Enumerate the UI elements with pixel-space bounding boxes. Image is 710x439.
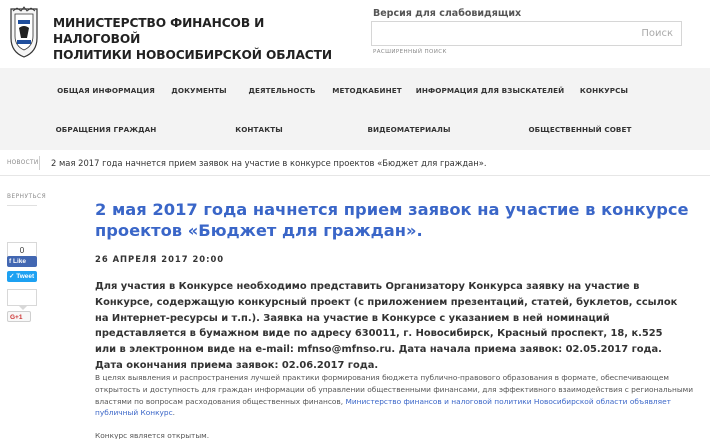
main-navigation: ОБЩАЯ ИНФОРМАЦИЯ ДОКУМЕНТЫ ДЕЯТЕЛЬНОСТЬ … bbox=[0, 68, 710, 150]
nav-item-method-office[interactable]: МЕТОДКАБИНЕТ bbox=[332, 86, 401, 95]
organization-name[interactable]: МИНИСТЕРСТВО ФИНАНСОВ И НАЛОГОВОЙ ПОЛИТИ… bbox=[53, 15, 333, 63]
accessibility-version-link[interactable]: Версия для слабовидящих bbox=[373, 8, 521, 19]
article-body-paragraph: В целях выявления и распространения лучш… bbox=[95, 372, 695, 419]
nav-item-general-info[interactable]: ОБЩАЯ ИНФОРМАЦИЯ bbox=[57, 86, 155, 95]
breadcrumb-separator bbox=[39, 156, 40, 170]
breadcrumb-news-link[interactable]: НОВОСТИ bbox=[7, 160, 39, 166]
breadcrumb-current: 2 мая 2017 года начнется прием заявок на… bbox=[51, 158, 487, 168]
advanced-search-link[interactable]: РАСШИРЕННЫЙ ПОИСК bbox=[373, 49, 447, 55]
twitter-tweet-label: Tweet bbox=[16, 273, 35, 280]
nav-item-videos[interactable]: ВИДЕОМАТЕРИАЛЫ bbox=[367, 125, 450, 134]
gplus-button[interactable]: G+1 bbox=[7, 311, 31, 322]
article-lead: Для участия в Конкурсе необходимо предст… bbox=[95, 281, 678, 371]
nav-item-public-council[interactable]: ОБЩЕСТВЕННЫЙ СОВЕТ bbox=[528, 125, 631, 134]
nav-item-claimants-info[interactable]: ИНФОРМАЦИЯ ДЛЯ ВЗЫСКАТЕЛЕЙ bbox=[416, 86, 564, 95]
nav-item-contests[interactable]: КОНКУРСЫ bbox=[580, 86, 628, 95]
site-header: МИНИСТЕРСТВО ФИНАНСОВ И НАЛОГОВОЙ ПОЛИТИ… bbox=[0, 0, 710, 68]
facebook-like-button[interactable]: f Like bbox=[7, 256, 37, 267]
coat-of-arms-logo[interactable] bbox=[9, 6, 39, 60]
nav-item-citizen-appeals[interactable]: ОБРАЩЕНИЯ ГРАЖДАН bbox=[56, 125, 157, 134]
facebook-like-label: Like bbox=[12, 258, 26, 265]
sidebar-divider bbox=[7, 205, 37, 206]
twitter-tweet-button[interactable]: ✓ Tweet bbox=[7, 271, 37, 282]
nav-item-contacts[interactable]: КОНТАКТЫ bbox=[235, 125, 283, 134]
breadcrumb: НОВОСТИ 2 мая 2017 года начнется прием з… bbox=[0, 150, 710, 176]
gplus-count-box bbox=[7, 289, 37, 310]
article-body-paragraph-2: Конкурс является открытым. bbox=[95, 431, 210, 439]
nav-item-documents[interactable]: ДОКУМЕНТЫ bbox=[171, 86, 226, 95]
search-box[interactable]: Поиск bbox=[371, 21, 682, 46]
organization-name-line1: МИНИСТЕРСТВО ФИНАНСОВ И НАЛОГОВОЙ bbox=[53, 16, 265, 46]
back-link[interactable]: ВЕРНУТЬСЯ bbox=[7, 194, 46, 200]
search-input[interactable] bbox=[372, 22, 681, 45]
article-body-end: . bbox=[172, 408, 176, 418]
search-label: Поиск bbox=[641, 28, 673, 39]
organization-name-line2: ПОЛИТИКИ НОВОСИБИРСКОЙ ОБЛАСТИ bbox=[53, 48, 332, 62]
article-date: 26 АПРЕЛЯ 2017 20:00 bbox=[95, 254, 225, 264]
nav-item-activity[interactable]: ДЕЯТЕЛЬНОСТЬ bbox=[248, 86, 315, 95]
article-title: 2 мая 2017 года начнется прием заявок на… bbox=[95, 200, 689, 240]
